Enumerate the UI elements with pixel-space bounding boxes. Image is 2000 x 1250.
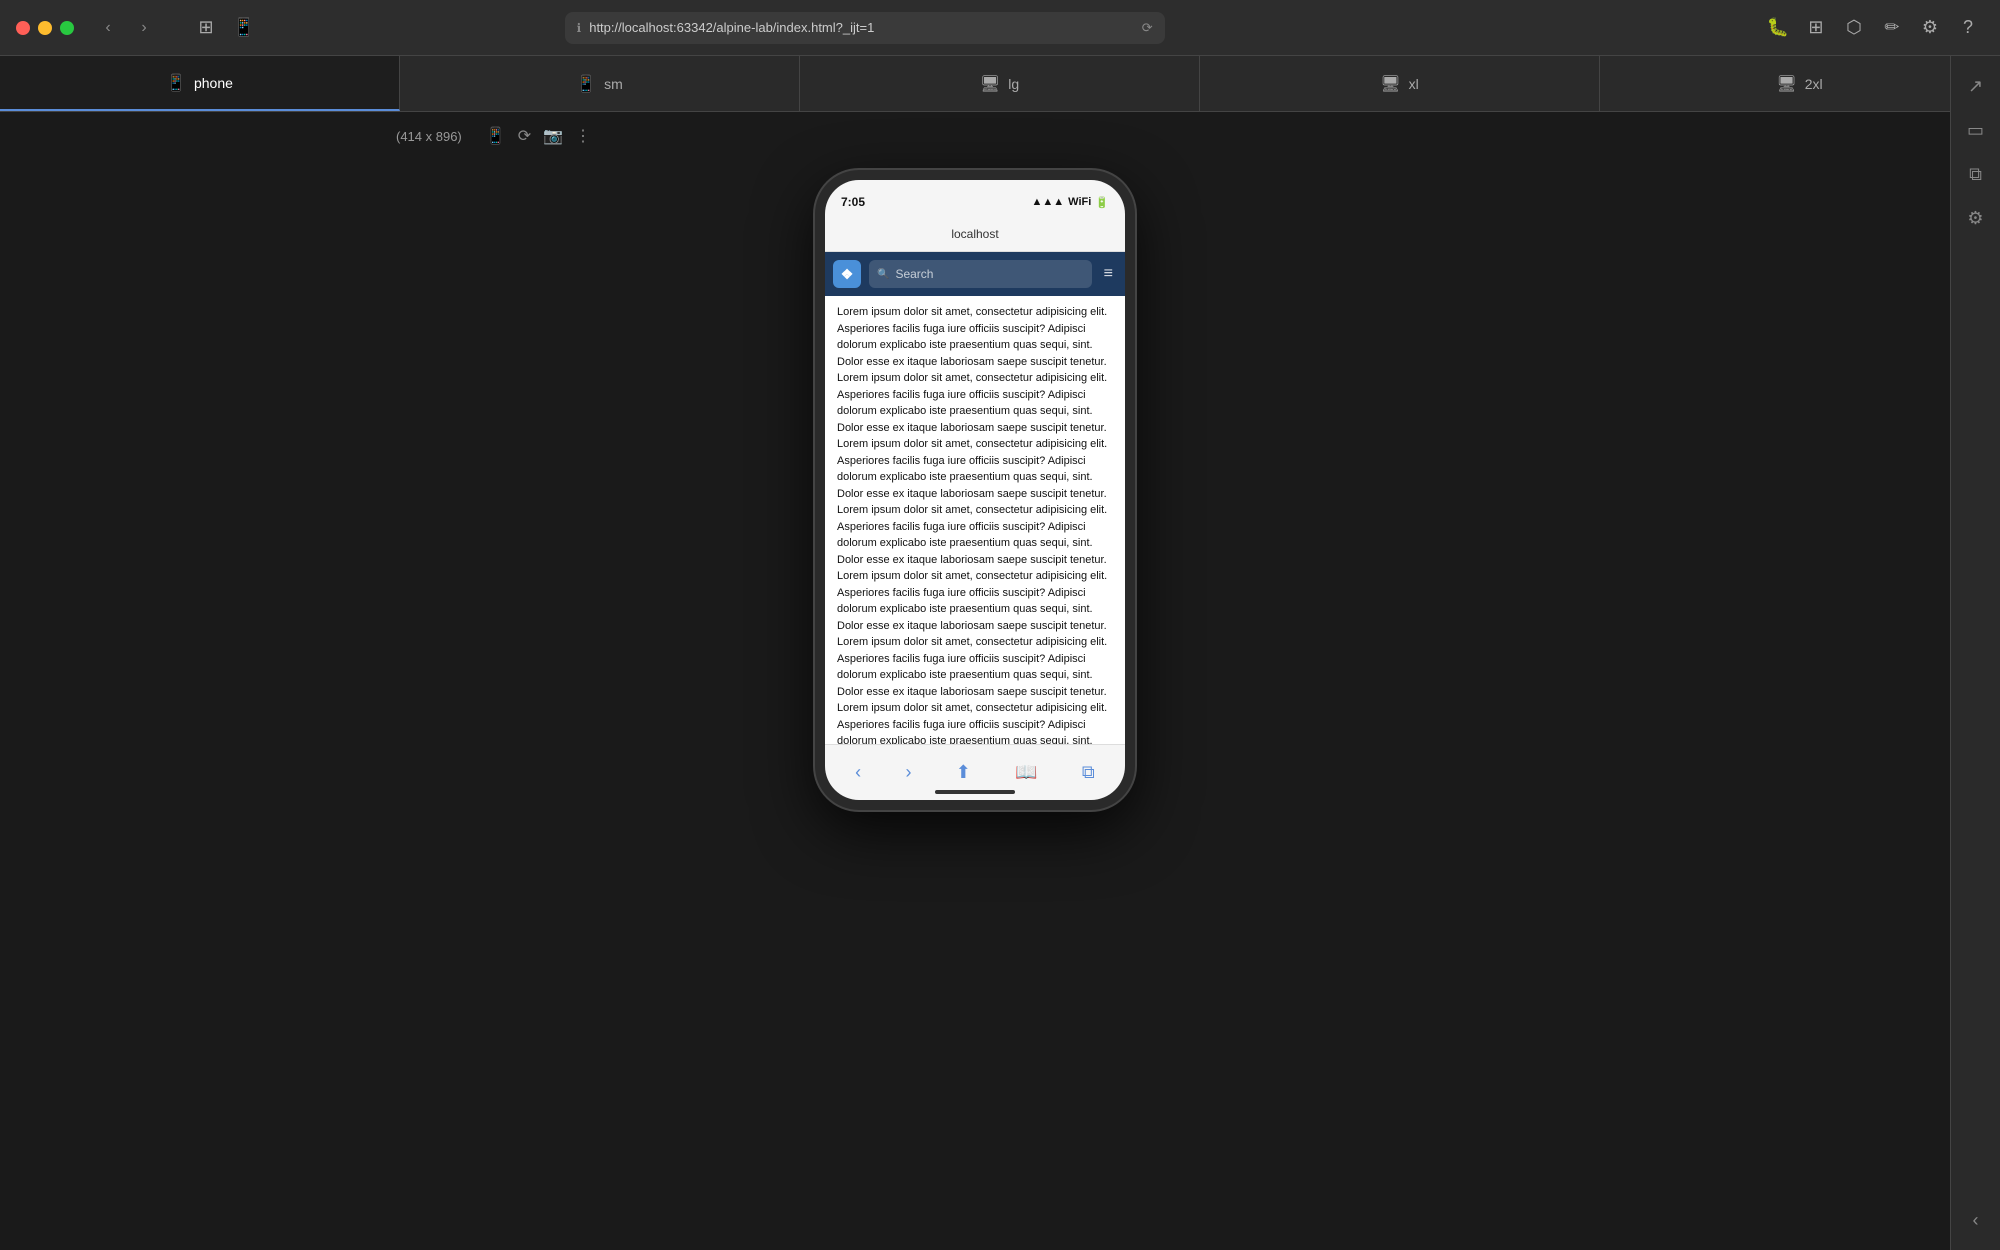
info-icon: ℹ <box>577 21 582 35</box>
right-sidebar: ↗ ▭ ⧉ ⚙ ‹ <box>1950 56 2000 1250</box>
settings-sidebar-icon[interactable]: ⚙ <box>1958 200 1994 236</box>
close-button[interactable] <box>16 21 30 35</box>
device-info-bar: (414 x 896) 📱 ⟳ 📷 ⋮ <box>380 112 607 160</box>
xl-tab-icon: 🖥 <box>1380 74 1400 94</box>
traffic-lights <box>16 21 74 35</box>
view-mode-icons: ⊞ 📱 <box>190 12 260 44</box>
tab-2xl[interactable]: 🖥 2xl <box>1600 56 2000 111</box>
pen-icon[interactable]: ✏ <box>1876 12 1908 44</box>
phone-content: Lorem ipsum dolor sit amet, consectetur … <box>825 296 1125 744</box>
grid-icon[interactable]: ⊞ <box>190 12 222 44</box>
maximize-button[interactable] <box>60 21 74 35</box>
wifi-icon: WiFi <box>1068 196 1091 208</box>
title-bar: ‹ › ⊞ 📱 ℹ http://localhost:63342/alpine-… <box>0 0 2000 56</box>
url-text: http://localhost:63342/alpine-lab/index.… <box>589 20 874 35</box>
grid2-icon[interactable]: ⊞ <box>1800 12 1832 44</box>
device-rotate-icon[interactable]: ⟳ <box>518 126 531 146</box>
settings-icon[interactable]: ⚙ <box>1914 12 1946 44</box>
device-dimensions: (414 x 896) <box>396 129 462 144</box>
credit-card-icon[interactable]: ▭ <box>1958 112 1994 148</box>
bookmarks-button[interactable]: 📖 <box>1007 754 1045 791</box>
forward-button[interactable]: › <box>130 14 158 42</box>
device-screenshot-icon[interactable]: 📷 <box>543 126 563 146</box>
minimize-button[interactable] <box>38 21 52 35</box>
status-time: 7:05 <box>841 195 865 209</box>
tab-sm[interactable]: 📱 sm <box>400 56 800 111</box>
cube-icon[interactable]: ⬡ <box>1838 12 1870 44</box>
back-nav-button[interactable]: ‹ <box>847 754 869 791</box>
layers-icon[interactable]: ⧉ <box>1958 156 1994 192</box>
main-area: (414 x 896) 📱 ⟳ 📷 ⋮ 7:05 ▲▲▲ WiFi 🔋 loca… <box>0 112 1950 1250</box>
browser-chrome: localhost <box>825 216 1125 252</box>
app-nav-bar: ❖ 🔍 Search ≡ <box>825 252 1125 296</box>
signal-icon: ▲▲▲ <box>1032 196 1065 208</box>
share-button[interactable]: ⬆ <box>948 754 979 791</box>
toolbar-right-icons: 🐛 ⊞ ⬡ ✏ ⚙ ? <box>1762 12 1984 44</box>
collapse-icon[interactable]: ‹ <box>1958 1202 1994 1238</box>
search-bar[interactable]: 🔍 Search <box>869 260 1092 288</box>
navigation-buttons: ‹ › <box>94 14 158 42</box>
help-icon[interactable]: ? <box>1952 12 1984 44</box>
home-indicator <box>935 790 1015 794</box>
device-toggle-icon[interactable]: 📱 <box>486 126 506 146</box>
phone-frame-wrapper: 7:05 ▲▲▲ WiFi 🔋 localhost ❖ 🔍 Search <box>0 160 1950 810</box>
device-more-icon[interactable]: ⋮ <box>575 126 591 146</box>
sm-tab-icon: 📱 <box>576 74 596 94</box>
breakpoint-tabs: 📱 phone 📱 sm 🖥 lg 🖥 xl 🖥 2xl <box>0 56 2000 112</box>
status-icons: ▲▲▲ WiFi 🔋 <box>1032 196 1110 209</box>
status-bar: 7:05 ▲▲▲ WiFi 🔋 <box>825 180 1125 216</box>
forward-nav-button[interactable]: › <box>897 754 919 791</box>
app-logo: ❖ <box>833 260 861 288</box>
tab-lg[interactable]: 🖥 lg <box>800 56 1200 111</box>
external-link-icon[interactable]: ↗ <box>1958 68 1994 104</box>
search-icon: 🔍 <box>877 269 889 280</box>
phone-tab-label: phone <box>194 75 233 91</box>
tabs-button[interactable]: ⧉ <box>1074 754 1103 791</box>
battery-icon: 🔋 <box>1095 196 1109 209</box>
phone-tab-icon: 📱 <box>166 73 186 93</box>
extensions-icon[interactable]: 🐛 <box>1762 12 1794 44</box>
device-bar-icons: 📱 ⟳ 📷 ⋮ <box>486 126 591 146</box>
logo-icon: ❖ <box>841 266 854 283</box>
lg-tab-label: lg <box>1008 76 1019 92</box>
tab-phone[interactable]: 📱 phone <box>0 56 400 111</box>
browser-url[interactable]: localhost <box>951 227 998 241</box>
xl-tab-label: xl <box>1409 76 1419 92</box>
hamburger-menu-icon[interactable]: ≡ <box>1100 261 1117 287</box>
back-button[interactable]: ‹ <box>94 14 122 42</box>
device-icon[interactable]: 📱 <box>228 12 260 44</box>
lg-tab-icon: 🖥 <box>980 74 1000 94</box>
phone-frame: 7:05 ▲▲▲ WiFi 🔋 localhost ❖ 🔍 Search <box>815 170 1135 810</box>
sm-tab-label: sm <box>604 76 623 92</box>
search-placeholder: Search <box>895 267 933 281</box>
2xl-tab-icon: 🖥 <box>1776 74 1796 94</box>
lorem-text: Lorem ipsum dolor sit amet, consectetur … <box>837 306 1107 744</box>
reload-icon[interactable]: ⟳ <box>1142 20 1153 36</box>
url-bar[interactable]: ℹ http://localhost:63342/alpine-lab/inde… <box>565 12 1165 44</box>
tab-xl[interactable]: 🖥 xl <box>1200 56 1600 111</box>
2xl-tab-label: 2xl <box>1805 76 1823 92</box>
